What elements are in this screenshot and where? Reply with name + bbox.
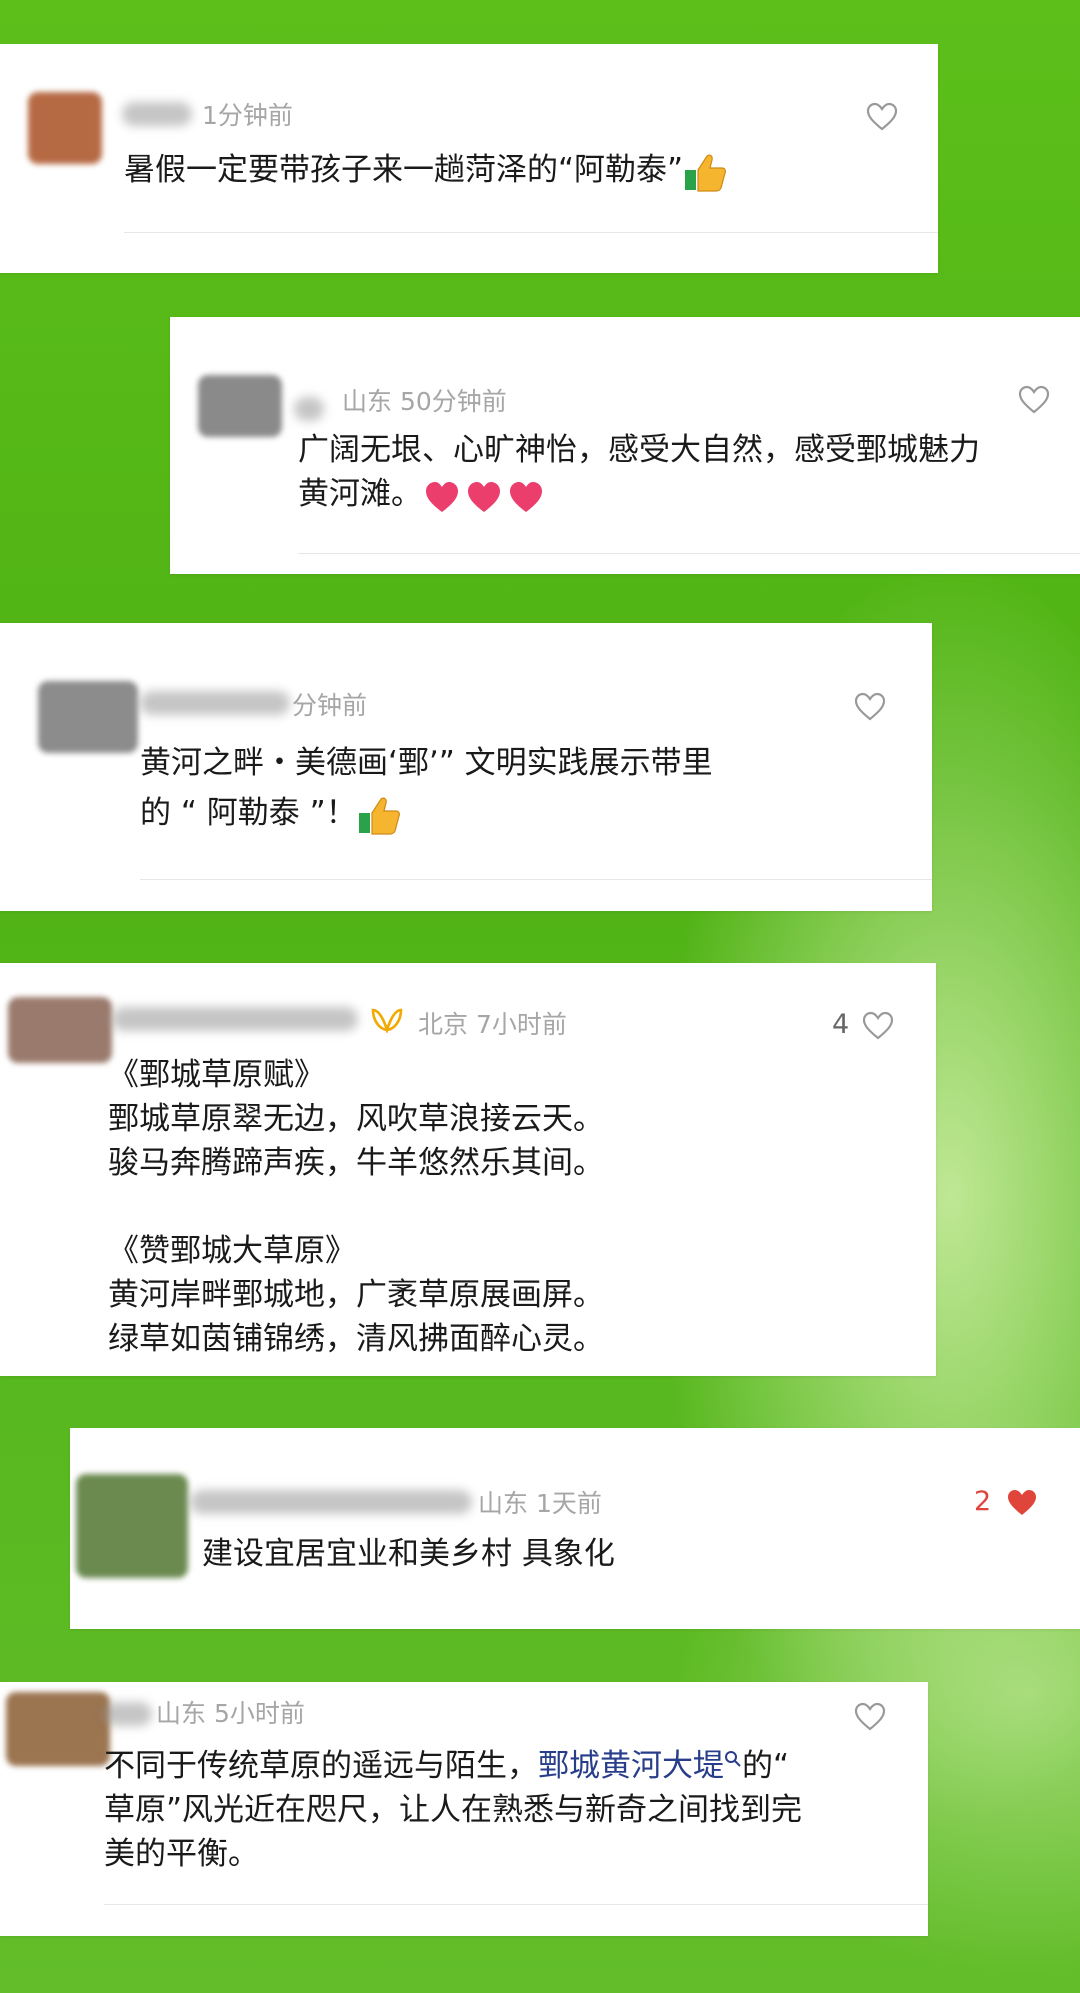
comment-meta: 北京 7小时前 [418, 1010, 567, 1039]
divider [104, 1904, 928, 1905]
like-heart-icon[interactable] [854, 1702, 886, 1732]
comment-card-2: 山东 50分钟前 广阔无垠、心旷神怡，感受大自然，感受鄄城魅力 黄河滩。 [170, 317, 1080, 574]
comment-text-line-1: 不同于传统草原的遥远与陌生，鄄城黄河大堤 的“ [104, 1744, 789, 1788]
poem-line: 《赞鄄城大草原》 [108, 1233, 356, 1269]
comment-text-content: 的“ [742, 1748, 790, 1784]
avatar[interactable] [76, 1474, 188, 1578]
poem-line: 绿草如茵铺锦绣，清风拂面醉心灵。 [108, 1321, 604, 1357]
poem-line: 骏马奔腾蹄声疾，牛羊悠然乐其间。 [108, 1145, 604, 1181]
comment-meta: 山东 5小时前 [156, 1699, 305, 1728]
username-blurred[interactable] [122, 102, 192, 126]
username-blurred[interactable] [190, 1490, 472, 1514]
username-blurred[interactable] [140, 691, 290, 715]
comment-text: 建设宜居宜业和美乡村 具象化 [202, 1536, 615, 1572]
comment-text: 暑假一定要带孩子来一趟菏泽的“阿勒泰” [124, 148, 727, 194]
like-count: 4 [832, 1009, 850, 1040]
comment-text-content: 的 “ 阿勒泰 ”！ [140, 795, 357, 831]
like-heart-icon[interactable] [1018, 385, 1050, 415]
comment-text-line-1: 广阔无垠、心旷神怡，感受大自然，感受鄄城魅力 [298, 432, 980, 468]
comment-text-line-2: 草原”风光近在咫尺，让人在熟悉与新奇之间找到完 [104, 1792, 803, 1828]
comment-meta: 山东 50分钟前 [342, 387, 507, 416]
like-heart-icon[interactable] [866, 102, 898, 132]
avatar[interactable] [6, 1692, 110, 1766]
comment-text-content: 暑假一定要带孩子来一趟菏泽的“阿勒泰” [124, 152, 684, 188]
username-blurred[interactable] [294, 397, 324, 421]
liked-heart-icon[interactable] [1006, 1488, 1038, 1518]
avatar[interactable] [198, 375, 282, 437]
comment-card-4: 北京 7小时前 4 《鄄城草原赋》 鄄城草原翠无边，风吹草浪接云天。 骏马奔腾蹄… [0, 963, 936, 1376]
comment-meta: 1分钟前 [202, 101, 293, 130]
like-heart-icon[interactable] [862, 1011, 894, 1041]
comment-card-1: 1分钟前 暑假一定要带孩子来一趟菏泽的“阿勒泰” [0, 44, 938, 273]
like-heart-icon[interactable] [854, 692, 886, 722]
thumbs-up-icon [685, 154, 727, 192]
comment-text-content: 不同于传统草原的遥远与陌生， [104, 1748, 538, 1784]
comment-card-5: 山东 1天前 2 建设宜居宜业和美乡村 具象化 [70, 1428, 1080, 1629]
poem-line: 鄄城草原翠无边，风吹草浪接云天。 [108, 1101, 604, 1137]
poem-line: 黄河岸畔鄄城地，广袤草原展画屏。 [108, 1277, 604, 1313]
vip-badge-icon [371, 1008, 403, 1033]
hearts-icon [426, 481, 542, 512]
comment-text-line-2: 的 “ 阿勒泰 ”！ [140, 791, 401, 837]
like-count: 2 [974, 1486, 992, 1517]
divider [298, 553, 1080, 554]
comment-text-line-1: 黄河之畔・美德画‘鄄’” 文明实践展示带里 [140, 745, 713, 781]
poem-line: 《鄄城草原赋》 [108, 1057, 325, 1093]
avatar[interactable] [8, 997, 112, 1063]
comment-card-6: 山东 5小时前 不同于传统草原的遥远与陌生，鄄城黄河大堤 的“ 草原”风光近在咫尺… [0, 1682, 928, 1936]
search-icon[interactable] [724, 1750, 742, 1768]
username-blurred[interactable] [112, 1007, 358, 1031]
username-blurred[interactable] [104, 1702, 152, 1726]
avatar[interactable] [38, 681, 138, 753]
comment-meta: 山东 1天前 [478, 1489, 602, 1518]
comment-text-content: 黄河滩。 [298, 476, 422, 512]
comment-text-line-3: 美的平衡。 [104, 1836, 259, 1872]
comment-text-line-2: 黄河滩。 [298, 472, 548, 516]
divider [140, 879, 932, 880]
search-link[interactable]: 鄄城黄河大堤 [538, 1748, 724, 1784]
divider [124, 232, 938, 233]
comment-meta: 分钟前 [292, 691, 368, 720]
avatar[interactable] [28, 92, 102, 164]
comment-card-3: 分钟前 黄河之畔・美德画‘鄄’” 文明实践展示带里 的 “ 阿勒泰 ”！ [0, 623, 932, 911]
thumbs-up-icon [358, 797, 400, 835]
